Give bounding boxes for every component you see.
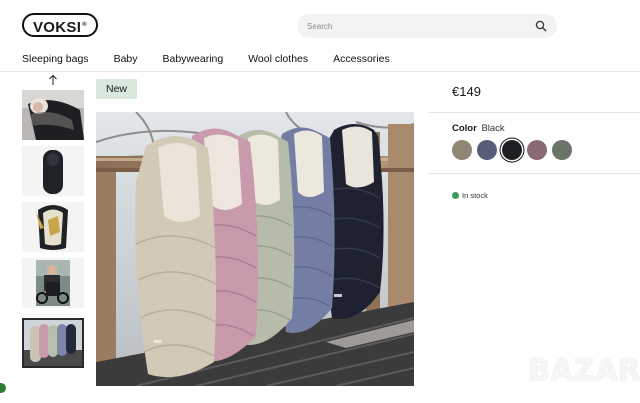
registered-mark: ® — [82, 22, 87, 28]
color-label: Color — [452, 123, 477, 134]
swatch-sand[interactable] — [452, 140, 472, 160]
divider — [428, 112, 640, 113]
search-icon[interactable] — [535, 20, 547, 32]
nav-item-wool-clothes[interactable]: Wool clothes — [248, 53, 308, 65]
new-badge: New — [96, 79, 138, 99]
swatch-black[interactable] — [502, 140, 522, 160]
logo-text: VOKSI — [33, 19, 82, 36]
site-header: VOKSI® Sleeping bags Baby Babywearing Wo… — [0, 0, 640, 72]
thumbnail-image — [22, 202, 84, 252]
stock-status: In stock — [452, 191, 488, 200]
thumbnail-image — [22, 146, 84, 196]
divider — [428, 173, 640, 174]
search-input[interactable] — [307, 14, 517, 38]
thumbnail-image — [22, 90, 84, 140]
thumbnail-image — [22, 258, 84, 308]
main-product-image[interactable] — [96, 112, 414, 386]
stock-dot-icon — [452, 192, 459, 199]
arrow-up-icon[interactable] — [47, 74, 59, 86]
product-photo — [96, 112, 414, 386]
search-bar — [297, 14, 557, 38]
bazar-watermark-logo: BAZAR — [528, 353, 640, 387]
swatch-sage[interactable] — [552, 140, 572, 160]
product-price: €149 — [452, 84, 481, 99]
nav-item-sleeping-bags[interactable]: Sleeping bags — [22, 53, 89, 65]
thumbnail-stroller-with-bag[interactable] — [22, 258, 84, 308]
main-nav: Sleeping bags Baby Babywearing Wool clot… — [22, 53, 390, 65]
thumbnail-image — [24, 320, 82, 366]
accessibility-widget-icon[interactable] — [0, 381, 8, 395]
stock-text: In stock — [462, 191, 488, 200]
swatch-mauve[interactable] — [527, 140, 547, 160]
nav-item-accessories[interactable]: Accessories — [333, 53, 390, 65]
nav-item-babywearing[interactable]: Babywearing — [163, 53, 224, 65]
selected-color-name: Black — [481, 123, 505, 134]
color-swatches — [452, 140, 577, 160]
swatch-blue[interactable] — [477, 140, 497, 160]
thumbnail-black-bag-front[interactable] — [22, 146, 84, 196]
thumbnail-bags-lineup[interactable] — [22, 318, 84, 368]
thumbnail-baby-in-black-bag[interactable] — [22, 90, 84, 140]
color-selection-label: Color Black — [452, 123, 505, 134]
nav-item-baby[interactable]: Baby — [114, 53, 138, 65]
thumbnail-cream-bag-open[interactable] — [22, 202, 84, 252]
brand-logo[interactable]: VOKSI® — [22, 13, 98, 37]
